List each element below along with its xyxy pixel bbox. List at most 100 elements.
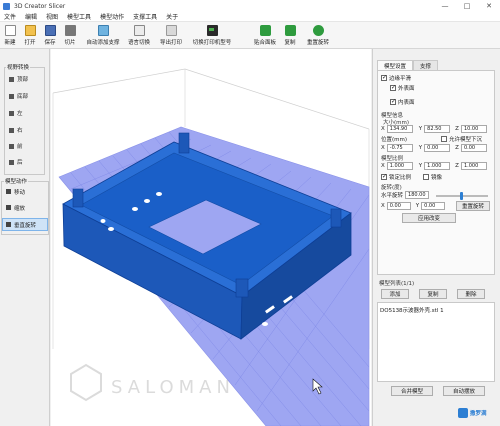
list-item[interactable]: DO5138示波器外壳.stl 1 [380, 306, 444, 314]
build-volume-top-edge [52, 68, 370, 130]
menu-model-actions[interactable]: 模型动作 [100, 12, 124, 21]
copy-button[interactable]: 复制 [282, 24, 298, 48]
outer-surface-row[interactable]: 外表面 [390, 84, 415, 92]
view-right-icon [9, 127, 14, 133]
rotate-xy-row: X 0.00 Y 0.00 [381, 202, 446, 210]
rotate-slider-handle[interactable] [460, 192, 463, 200]
new-file-icon [4, 25, 16, 36]
move-button[interactable]: 移动 [2, 185, 48, 198]
merge-models-button[interactable]: 合并模型 [391, 386, 433, 396]
pos-y-field[interactable]: 0.00 [424, 144, 451, 152]
slice-button[interactable]: 切片 [62, 24, 78, 48]
pos-z-field[interactable]: 0.00 [460, 144, 487, 152]
new-button[interactable]: 新建 [2, 24, 18, 48]
left-panel: 视野转换 顶部 底部 左 右 前 后 模型动作 移动 缩放 垂直旋转 [0, 49, 50, 426]
action-group-title: 模型动作 [4, 177, 29, 185]
toolbar: 新建 打开 保存 切片 自动添加支撑 语言切换 导出打印 切换打印机型号 贴合面… [0, 22, 500, 49]
delete-model-button[interactable]: 删除 [457, 289, 485, 299]
add-model-button[interactable]: 添加 [381, 289, 409, 299]
lock-ratio-checkbox[interactable] [381, 173, 387, 180]
copy-model-button[interactable]: 复制 [419, 289, 447, 299]
allow-sink-checkbox[interactable] [441, 136, 448, 142]
pos-x-field[interactable]: -0.75 [386, 144, 413, 152]
apply-changes-button[interactable]: 应用改变 [402, 213, 456, 223]
view-left-button[interactable]: 左 [9, 107, 41, 119]
close-button[interactable]: ✕ [478, 0, 500, 12]
3d-viewport[interactable]: SALOMAN [51, 49, 371, 426]
minimize-button[interactable]: — [434, 0, 456, 12]
tab-support[interactable]: 支撑 [413, 60, 439, 70]
export-print-button[interactable]: 导出打印 [158, 24, 184, 48]
scale-x-field[interactable]: 1.000 [386, 162, 413, 170]
view-back-icon [9, 159, 14, 165]
copy-icon [284, 25, 296, 36]
view-front-button[interactable]: 前 [9, 140, 41, 152]
scale-button[interactable]: 缩放 [2, 201, 48, 214]
menu-file[interactable]: 文件 [4, 12, 16, 21]
fit-panel-button[interactable]: 贴合面板 [252, 24, 278, 48]
inner-surface-row[interactable]: 内表面 [390, 98, 415, 106]
auto-support-button[interactable]: 自动添加支撑 [84, 24, 122, 48]
view-top-button[interactable]: 顶部 [9, 73, 41, 85]
export-print-icon [165, 25, 177, 36]
view-group-title: 视野转换 [6, 63, 31, 71]
reset-rotation-panel-button[interactable]: 重置旋转 [456, 201, 490, 211]
menu-edit[interactable]: 编辑 [25, 12, 37, 21]
scale-z-field[interactable]: 1.000 [460, 162, 487, 170]
printer-icon [206, 25, 218, 36]
tab-model-settings[interactable]: 模型设置 [377, 60, 414, 70]
brand-logo-icon [458, 408, 468, 418]
outer-surface-checkbox[interactable] [390, 84, 396, 91]
watermark-logo-icon [70, 363, 102, 402]
slice-icon [64, 25, 76, 36]
menu-support-tools[interactable]: 支撑工具 [133, 12, 157, 21]
size-x-field[interactable]: 134.90 [386, 125, 413, 133]
horizontal-rotate-field[interactable]: 180.00 [405, 191, 430, 199]
watermark: SALOMAN [70, 363, 235, 402]
rot-y-field[interactable]: 0.00 [421, 202, 446, 210]
rot-x-field[interactable]: 0.00 [386, 202, 411, 210]
language-button[interactable]: 语言切换 [126, 24, 152, 48]
inner-surface-checkbox[interactable] [390, 98, 396, 105]
view-back-button[interactable]: 后 [9, 156, 41, 168]
position-label: 位置(mm) [381, 137, 408, 143]
position-row: X -0.75 Y 0.00 Z 0.00 [381, 144, 487, 152]
title-bar: 3D Creator Slicer — □ ✕ [0, 0, 500, 12]
save-button[interactable]: 保存 [42, 24, 58, 48]
position-header-row: 位置(mm) 允许模型下沉 [381, 135, 482, 143]
view-right-button[interactable]: 右 [9, 124, 41, 136]
auto-support-icon [97, 25, 109, 36]
reset-rotation-button[interactable]: 重置旋转 [304, 24, 332, 48]
open-button[interactable]: 打开 [22, 24, 38, 48]
model-list[interactable]: DO5138示波器外壳.stl 1 [377, 302, 495, 382]
scale-y-field[interactable]: 1.000 [424, 162, 451, 170]
size-y-field[interactable]: 82.50 [424, 125, 451, 133]
watermark-text: SALOMAN [111, 377, 235, 398]
maximize-button[interactable]: □ [456, 0, 478, 12]
auto-arrange-button[interactable]: 自动摆放 [443, 386, 485, 396]
switch-printer-button[interactable]: 切换打印机型号 [190, 24, 234, 48]
view-bottom-icon [9, 93, 14, 99]
reset-rotation-icon [312, 25, 324, 36]
menu-about[interactable]: 关于 [166, 12, 178, 21]
move-icon [6, 189, 11, 194]
rotate-icon [6, 222, 11, 227]
face-smooth-row[interactable]: 边缘平滑 [381, 74, 411, 82]
fit-panel-icon [259, 25, 271, 36]
model-settings-panel: 边缘平滑 外表面 内表面 模型信息 大小(mm) X134.90 Y82.50 … [377, 70, 495, 275]
model-list-title: 模型列表(1/1) [379, 281, 415, 287]
mirror-checkbox[interactable] [423, 174, 430, 180]
view-bottom-button[interactable]: 底部 [9, 90, 41, 102]
right-panel: 模型设置 支撑 边缘平滑 外表面 内表面 模型信息 大小(mm) X134.90… [372, 49, 500, 426]
size-z-field[interactable]: 10.00 [460, 125, 487, 133]
app-logo-icon [3, 2, 10, 10]
view-top-icon [9, 76, 14, 82]
scene-canvas[interactable]: SALOMAN [51, 49, 371, 426]
menu-view[interactable]: 视图 [46, 12, 58, 21]
vertical-rotate-button[interactable]: 垂直旋转 [2, 218, 48, 231]
menu-bar: 文件 编辑 视图 模型工具 模型动作 支撑工具 关于 [0, 12, 500, 22]
menu-model-tools[interactable]: 模型工具 [67, 12, 91, 21]
face-smooth-checkbox[interactable] [381, 74, 387, 81]
scale-icon [6, 205, 11, 210]
brand-logo: 撒罗满 [458, 406, 498, 420]
